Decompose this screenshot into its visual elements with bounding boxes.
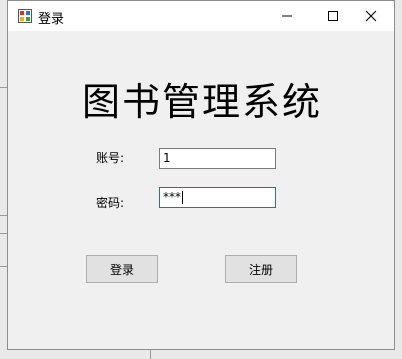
background-divider [0, 87, 7, 88]
title-bar[interactable]: 登录 [8, 1, 394, 31]
account-input-value: 1 [163, 151, 171, 165]
password-input-value: *** [163, 190, 181, 204]
password-label: 密码: [96, 196, 125, 210]
minimize-button[interactable] [264, 1, 310, 31]
login-button[interactable]: 登录 [86, 255, 158, 283]
minimize-icon [282, 15, 292, 17]
app-icon [18, 9, 32, 23]
maximize-icon [328, 11, 338, 21]
register-button[interactable]: 注册 [225, 255, 297, 283]
text-caret [182, 191, 183, 204]
background-divider [0, 266, 7, 267]
account-label: 账号: [96, 151, 125, 165]
close-icon [365, 10, 377, 22]
close-button[interactable] [348, 1, 394, 31]
background-divider [0, 233, 7, 234]
account-input[interactable]: 1 [159, 148, 276, 169]
background-divider [150, 350, 151, 359]
page-title: 图书管理系统 [81, 80, 322, 124]
login-window: 登录 图书管理系统 账号: 1 密码: *** 登录 注册 [7, 0, 395, 350]
password-input[interactable]: *** [159, 187, 276, 208]
background-divider [0, 215, 7, 216]
window-title: 登录 [38, 12, 65, 27]
